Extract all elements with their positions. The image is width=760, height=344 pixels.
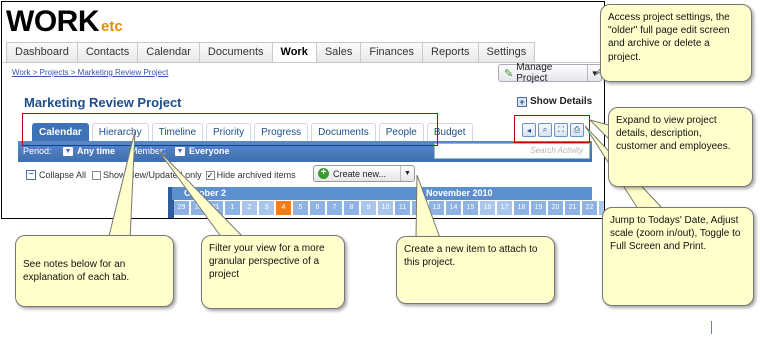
text-cursor	[711, 321, 712, 334]
callout-expand: Expand to view project details, descript…	[608, 107, 753, 187]
callout-tail-tabs	[107, 130, 136, 241]
callout-jump: Jump to Todays' Date, Adjust scale (zoom…	[602, 207, 754, 306]
callout-tail-filter	[157, 149, 246, 239]
callout-create: Create a new item to attach to this proj…	[396, 236, 555, 304]
callout-settings: Access project settings, the "older" ful…	[600, 4, 752, 82]
callout-tabs: See notes below for an explanation of ea…	[15, 235, 174, 307]
callout-tail-create	[415, 174, 441, 239]
callout-filter: Filter your view for a more granular per…	[201, 235, 345, 309]
